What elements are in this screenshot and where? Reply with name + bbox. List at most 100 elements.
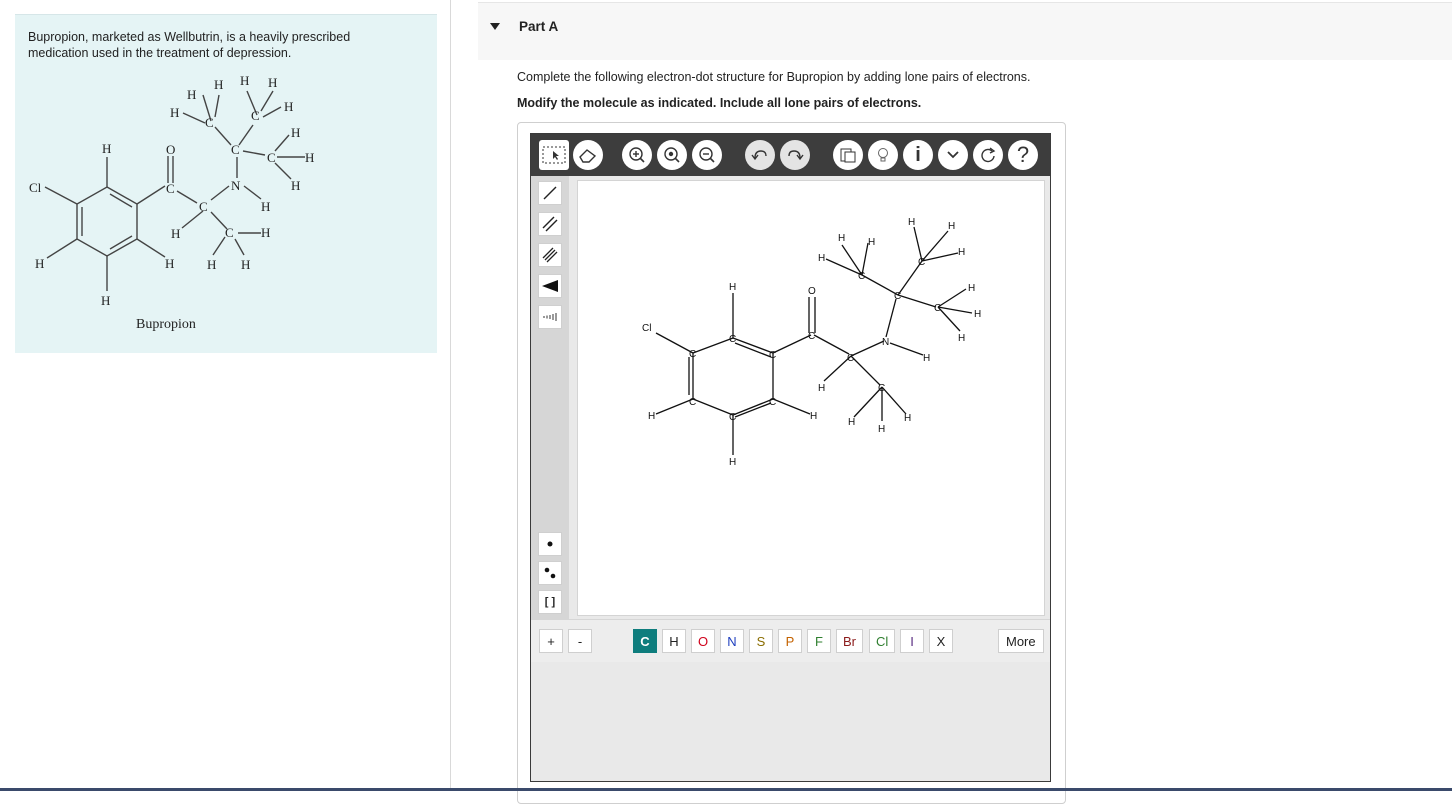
single-bond-tool-icon[interactable] bbox=[538, 181, 562, 205]
eraser-icon[interactable] bbox=[573, 140, 603, 170]
svg-text:H: H bbox=[291, 125, 300, 140]
atom-label: C bbox=[769, 350, 776, 361]
bracket-tool-icon[interactable]: [ ] bbox=[538, 590, 562, 614]
structure-caption: Bupropion bbox=[136, 317, 196, 332]
drawing-canvas[interactable]: Cl C C C C C C H H H H O C C H C H H H N… bbox=[577, 180, 1045, 616]
element-button-c[interactable]: C bbox=[633, 629, 657, 653]
reset-icon[interactable] bbox=[973, 140, 1003, 170]
zoom-fit-icon[interactable] bbox=[657, 140, 687, 170]
svg-text:H: H bbox=[261, 225, 270, 240]
svg-text:H: H bbox=[305, 150, 314, 165]
atom-label: C bbox=[689, 349, 696, 360]
triple-bond-tool-icon[interactable] bbox=[538, 243, 562, 267]
svg-text:H: H bbox=[207, 257, 216, 272]
svg-text:H: H bbox=[35, 256, 44, 271]
svg-text:C: C bbox=[205, 115, 214, 130]
svg-text:H: H bbox=[284, 99, 293, 114]
zoom-out-icon[interactable] bbox=[692, 140, 722, 170]
atom-label: H bbox=[868, 237, 875, 248]
atom-label: H bbox=[974, 309, 981, 320]
element-button-f[interactable]: F bbox=[807, 629, 831, 653]
atom-label: H bbox=[729, 282, 736, 293]
select-icon[interactable] bbox=[539, 140, 569, 170]
atom-label: C bbox=[878, 383, 885, 394]
more-elements-button[interactable]: More bbox=[998, 629, 1044, 653]
element-button-x[interactable]: X bbox=[929, 629, 953, 653]
element-button-o[interactable]: O bbox=[691, 629, 716, 653]
atom-label: H bbox=[958, 333, 965, 344]
svg-text:H: H bbox=[240, 73, 249, 88]
atom-label: C bbox=[729, 334, 736, 345]
atom-label: C bbox=[894, 291, 901, 302]
hash-bond-tool-icon[interactable] bbox=[538, 305, 562, 329]
atom-label: H bbox=[968, 283, 975, 294]
element-button-s[interactable]: S bbox=[749, 629, 773, 653]
element-button-h[interactable]: H bbox=[662, 629, 686, 653]
column-divider bbox=[450, 0, 451, 791]
svg-text:Cl: Cl bbox=[29, 180, 42, 195]
charge-plus-button[interactable]: + bbox=[539, 629, 563, 653]
atom-label: O bbox=[808, 286, 816, 297]
element-button-br[interactable]: Br bbox=[836, 629, 863, 653]
svg-text:C: C bbox=[166, 181, 175, 196]
atom-label: H bbox=[848, 417, 855, 428]
svg-text:O: O bbox=[166, 142, 175, 157]
collapse-caret-icon[interactable] bbox=[490, 23, 500, 30]
atom-label: C bbox=[934, 303, 941, 314]
atom-label: C bbox=[808, 331, 815, 342]
undo-icon[interactable] bbox=[745, 140, 775, 170]
svg-text:H: H bbox=[241, 257, 250, 272]
svg-text:H: H bbox=[187, 87, 196, 102]
atom-label: C bbox=[689, 397, 696, 408]
svg-text:H: H bbox=[102, 141, 111, 156]
modify-instruction: Modify the molecule as indicated. Includ… bbox=[517, 96, 922, 110]
element-button-cl[interactable]: Cl bbox=[869, 629, 896, 653]
atom-label: H bbox=[904, 413, 911, 424]
atom-label: H bbox=[818, 383, 825, 394]
svg-text:H: H bbox=[170, 105, 179, 120]
svg-text:H: H bbox=[214, 77, 223, 92]
svg-text:C: C bbox=[231, 142, 240, 157]
svg-text:H: H bbox=[291, 178, 300, 193]
element-button-p[interactable]: P bbox=[778, 629, 802, 653]
radical-dot-tool-icon[interactable] bbox=[538, 532, 562, 556]
svg-text:C: C bbox=[199, 199, 208, 214]
atom-label: C bbox=[729, 412, 736, 423]
bond-tool-sidebar: [ ] bbox=[531, 176, 569, 619]
atom-label: H bbox=[923, 353, 930, 364]
hint-icon[interactable] bbox=[868, 140, 898, 170]
element-button-i[interactable]: I bbox=[900, 629, 924, 653]
lone-pair-tool-icon[interactable] bbox=[538, 561, 562, 585]
atom-label: C bbox=[858, 271, 865, 282]
charge-minus-button[interactable]: - bbox=[568, 629, 592, 653]
atom-label: H bbox=[958, 247, 965, 258]
bupropion-structure-image: H Cl H H H O C C H C H H H N H C C H H H… bbox=[29, 73, 314, 308]
zoom-in-icon[interactable] bbox=[622, 140, 652, 170]
help-icon[interactable]: ? bbox=[1008, 140, 1038, 170]
intro-panel: Bupropion, marketed as Wellbutrin, is a … bbox=[15, 14, 437, 353]
info-icon[interactable]: i bbox=[903, 140, 933, 170]
editor-toolbar: i ? bbox=[531, 134, 1050, 176]
editable-molecule[interactable]: Cl C C C C C C H H H H O C C H C H H H N… bbox=[578, 181, 1044, 615]
atom-label: H bbox=[908, 217, 915, 228]
element-toolbar: + - C H O N S P F Br Cl I X More bbox=[531, 619, 1050, 662]
wedge-bond-tool-icon[interactable] bbox=[538, 274, 562, 298]
atom-label: H bbox=[838, 233, 845, 244]
svg-text:H: H bbox=[171, 226, 180, 241]
template-icon[interactable] bbox=[833, 140, 863, 170]
part-a-header[interactable]: Part A bbox=[478, 2, 1452, 60]
double-bond-tool-icon[interactable] bbox=[538, 212, 562, 236]
atom-label: H bbox=[818, 253, 825, 264]
svg-text:C: C bbox=[267, 150, 276, 165]
instruction-text: Complete the following electron-dot stru… bbox=[517, 70, 1031, 84]
molecule-editor: i ? [] Cl C C C C C C H H H H O C C H C… bbox=[530, 133, 1051, 782]
atom-label: H bbox=[878, 424, 885, 435]
svg-text:C: C bbox=[251, 108, 260, 123]
atom-label: H bbox=[948, 221, 955, 232]
expand-icon[interactable] bbox=[938, 140, 968, 170]
atom-label: C bbox=[769, 397, 776, 408]
element-button-n[interactable]: N bbox=[720, 629, 744, 653]
svg-text:H: H bbox=[261, 199, 270, 214]
redo-icon[interactable] bbox=[780, 140, 810, 170]
svg-text:H: H bbox=[101, 293, 110, 308]
